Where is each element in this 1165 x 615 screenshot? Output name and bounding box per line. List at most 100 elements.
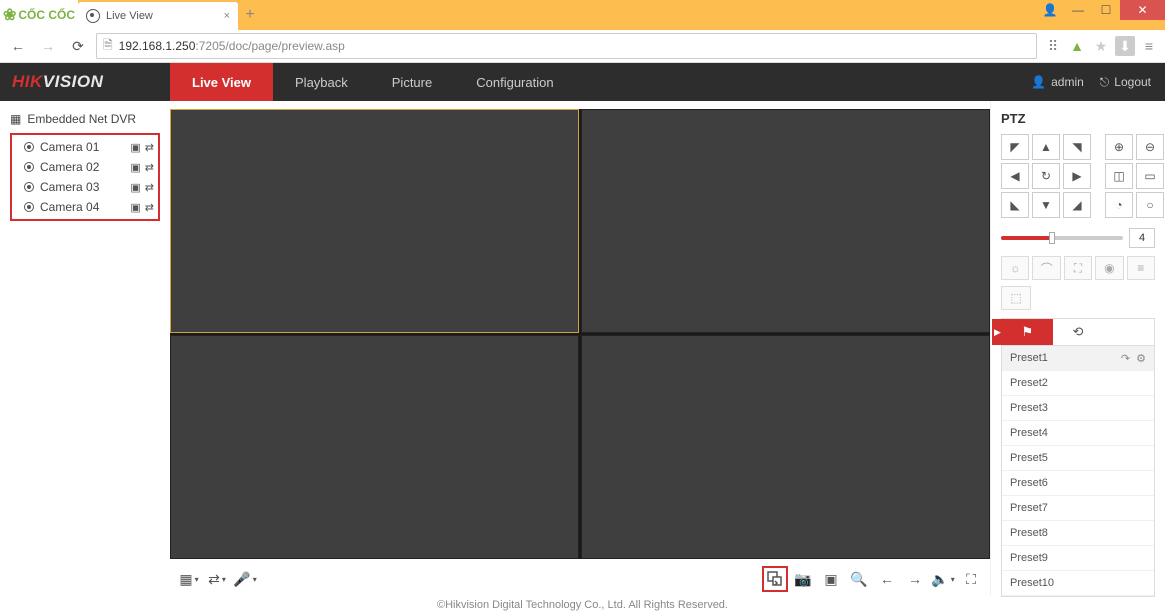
preset-item[interactable]: Preset10 <box>1002 571 1154 596</box>
stop-all-button[interactable] <box>762 566 788 592</box>
camera-label: Camera 03 <box>40 180 99 194</box>
video-cell-3[interactable] <box>170 335 579 559</box>
stream-icon[interactable]: ⇄ <box>145 201 154 214</box>
preset-tabs: ▶ ⚑ ⟲ <box>1001 318 1155 346</box>
logout-button[interactable]: ⎋ Logout <box>1100 75 1151 90</box>
camera-item[interactable]: Camera 01 ▣⇄ <box>16 137 154 157</box>
volume-button[interactable]: 🔈▾ <box>930 566 956 592</box>
translate-icon[interactable]: ⠿ <box>1043 36 1063 56</box>
preset-item[interactable]: Preset4 <box>1002 421 1154 446</box>
record-button[interactable]: ▣ <box>818 566 844 592</box>
preset-item[interactable]: Preset9 <box>1002 546 1154 571</box>
preset-tab-flag[interactable]: ⚑ <box>1002 319 1053 345</box>
download-icon[interactable]: ⬇ <box>1115 36 1135 56</box>
ptz-menu-icon[interactable]: ≡ <box>1127 256 1155 280</box>
ptz-left[interactable]: ◀ <box>1001 163 1029 189</box>
tab-close-icon[interactable]: × <box>224 10 230 22</box>
stream-icon[interactable]: ⇄ <box>145 181 154 194</box>
device-root[interactable]: ▦ Embedded Net DVR <box>10 109 160 129</box>
preset-set-icon[interactable]: ⚙ <box>1136 352 1146 365</box>
layout-button[interactable]: ▦▾ <box>176 566 202 592</box>
preset-list[interactable]: Preset1 ↷⚙ Preset2 Preset3 Preset4 Prese… <box>1001 346 1155 597</box>
preset-item[interactable]: Preset8 <box>1002 521 1154 546</box>
ptz-down-left[interactable]: ◣ <box>1001 192 1029 218</box>
nav-configuration[interactable]: Configuration <box>454 63 575 101</box>
preset-item[interactable]: Preset5 <box>1002 446 1154 471</box>
preset-item[interactable]: Preset1 ↷⚙ <box>1002 346 1154 371</box>
ptz-up[interactable]: ▲ <box>1032 134 1060 160</box>
ptz-zoom-in[interactable]: ⊕ <box>1105 134 1133 160</box>
ptz-up-left[interactable]: ◤ <box>1001 134 1029 160</box>
panel-collapse-icon[interactable]: ▶ <box>994 327 1001 338</box>
record-icon[interactable]: ▣ <box>130 141 140 154</box>
ptz-iris-close[interactable]: ○ <box>1136 192 1164 218</box>
video-grid <box>170 109 990 559</box>
video-cell-1[interactable] <box>170 109 579 333</box>
ptz-speed-slider[interactable] <box>1001 236 1123 240</box>
reload-button[interactable]: ⟳ <box>66 34 90 58</box>
ptz-focus-icon[interactable]: ⛶ <box>1064 256 1092 280</box>
camera-item[interactable]: Camera 04 ▣⇄ <box>16 197 154 217</box>
camera-item[interactable]: Camera 02 ▣⇄ <box>16 157 154 177</box>
camera-item[interactable]: Camera 03 ▣ ⇄ <box>16 177 154 197</box>
preset-item[interactable]: Preset7 <box>1002 496 1154 521</box>
ptz-focus-near[interactable]: ◫ <box>1105 163 1133 189</box>
ptz-3d-icon[interactable]: ⬚ <box>1001 286 1031 310</box>
preset-tab-patrol[interactable]: ⟲ <box>1053 319 1104 345</box>
new-tab-button[interactable]: + <box>238 0 262 30</box>
video-toolbar: ▦▾ ⇄▾ 🎤▾ 📷 ▣ 🔍 ← → 🔈▾ ⛶ <box>170 563 990 595</box>
ptz-down-right[interactable]: ◢ <box>1063 192 1091 218</box>
ptz-panel: PTZ ◤ ▲ ◥ ⊕ ⊖ ◀ ↻ ▶ ◫ ▭ ◣ ▼ ◢ ◔ ○ 4 <box>990 101 1165 595</box>
snapshot-button[interactable]: 📷 <box>790 566 816 592</box>
stream-icon[interactable]: ⇄ <box>145 161 154 174</box>
ptz-zoom-out[interactable]: ⊖ <box>1136 134 1164 160</box>
ptz-right[interactable]: ▶ <box>1063 163 1091 189</box>
user-icon[interactable]: 👤 <box>1036 0 1064 20</box>
preset-label: Preset9 <box>1010 552 1048 564</box>
forward-button[interactable]: → <box>36 34 60 58</box>
stream-button[interactable]: ⇄▾ <box>204 566 230 592</box>
logout-icon: ⎋ <box>1100 75 1110 90</box>
bookmark-icon[interactable]: ★ <box>1091 36 1111 56</box>
nav-live-view[interactable]: Live View <box>170 63 273 101</box>
preset-label: Preset10 <box>1010 577 1054 589</box>
ptz-iris-open[interactable]: ◔ <box>1105 192 1133 218</box>
prev-button[interactable]: ← <box>874 566 900 592</box>
preset-label: Preset2 <box>1010 377 1048 389</box>
stream-icon[interactable]: ⇄ <box>145 141 154 154</box>
preset-item[interactable]: Preset3 <box>1002 396 1154 421</box>
close-window-button[interactable]: ✕ <box>1120 0 1165 20</box>
video-cell-4[interactable] <box>581 335 990 559</box>
ptz-up-right[interactable]: ◥ <box>1063 134 1091 160</box>
preset-tab-pattern[interactable] <box>1103 319 1154 345</box>
next-button[interactable]: → <box>902 566 928 592</box>
preset-item[interactable]: Preset2 <box>1002 371 1154 396</box>
ptz-wiper-icon[interactable]: ⌒ <box>1032 256 1060 280</box>
ptz-init-icon[interactable]: ◉ <box>1095 256 1123 280</box>
minimize-button[interactable]: — <box>1064 0 1092 20</box>
zoom-button[interactable]: 🔍 <box>846 566 872 592</box>
audio-button[interactable]: 🎤▾ <box>232 566 258 592</box>
ptz-auto[interactable]: ↻ <box>1032 163 1060 189</box>
preset-call-icon[interactable]: ↷ <box>1121 352 1130 365</box>
back-button[interactable]: ← <box>6 34 30 58</box>
extension-icon[interactable]: ▲ <box>1067 36 1087 56</box>
ptz-focus-far[interactable]: ▭ <box>1136 163 1164 189</box>
video-cell-2[interactable] <box>581 109 990 333</box>
browser-titlebar: ❀CỐC CỐC Live View × + 👤 — ☐ ✕ <box>0 0 1165 30</box>
nav-playback[interactable]: Playback <box>273 63 370 101</box>
preset-label: Preset3 <box>1010 402 1048 414</box>
user-menu[interactable]: 👤 admin <box>1031 75 1084 89</box>
ptz-down[interactable]: ▼ <box>1032 192 1060 218</box>
record-icon[interactable]: ▣ <box>130 181 140 194</box>
url-bar[interactable]: 🗎 192.168.1.250:7205/doc/page/preview.as… <box>96 33 1037 59</box>
preset-item[interactable]: Preset6 <box>1002 471 1154 496</box>
nav-picture[interactable]: Picture <box>370 63 454 101</box>
maximize-button[interactable]: ☐ <box>1092 0 1120 20</box>
fullscreen-button[interactable]: ⛶ <box>958 566 984 592</box>
record-icon[interactable]: ▣ <box>130 161 140 174</box>
browser-tab[interactable]: Live View × <box>78 2 238 30</box>
menu-icon[interactable]: ≡ <box>1139 36 1159 56</box>
ptz-light-icon[interactable]: ☼ <box>1001 256 1029 280</box>
record-icon[interactable]: ▣ <box>130 201 140 214</box>
